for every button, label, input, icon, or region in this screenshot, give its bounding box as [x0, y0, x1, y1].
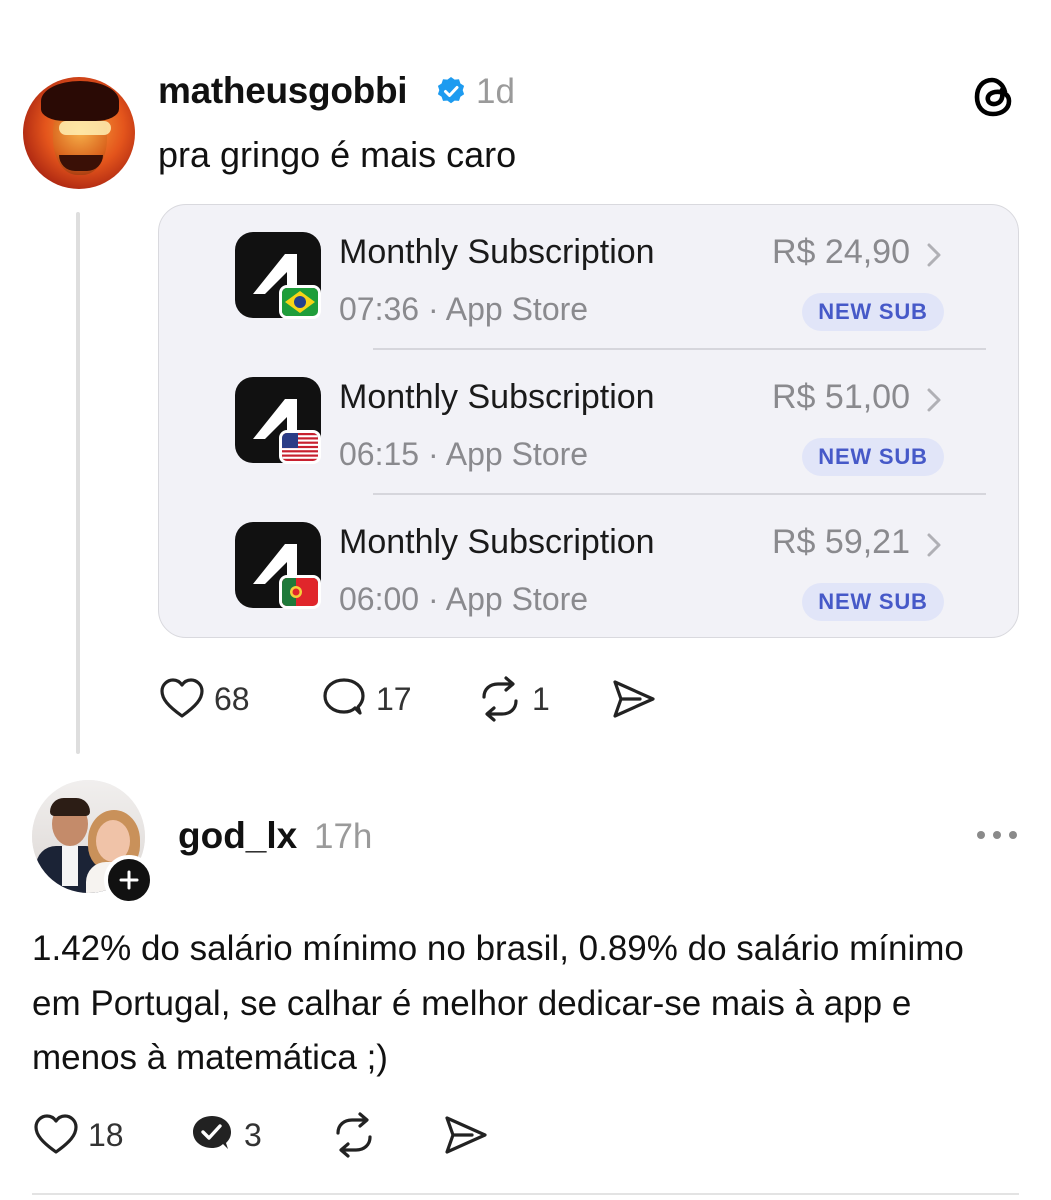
repost-button[interactable] — [330, 1108, 378, 1162]
avatar-man-shirt — [62, 846, 78, 886]
reply-button[interactable]: 3 — [188, 1108, 262, 1162]
follow-button[interactable] — [104, 855, 154, 905]
reply-button[interactable]: 17 — [320, 672, 412, 726]
post-timestamp: 1d — [476, 72, 515, 111]
threads-logo-icon[interactable] — [972, 74, 1018, 120]
new-sub-badge: NEW SUB — [802, 583, 944, 621]
repost-count: 1 — [532, 680, 550, 717]
reply-count: 3 — [244, 1116, 262, 1153]
subscription-price: R$ 59,21 — [772, 523, 910, 561]
new-sub-badge: NEW SUB — [802, 438, 944, 476]
like-button[interactable]: 18 — [32, 1108, 124, 1162]
chevron-right-icon — [927, 388, 941, 412]
like-count: 18 — [88, 1116, 124, 1153]
subscription-row: Monthly Subscription 07:36 · App Store R… — [159, 205, 1018, 350]
more-icon[interactable] — [974, 828, 1020, 842]
subscription-meta: 07:36 · App Store — [339, 291, 589, 327]
heart-icon — [160, 678, 204, 718]
subscription-meta: 06:00 · App Store — [339, 581, 589, 617]
avatar-matheusgobbi[interactable] — [23, 77, 135, 189]
repost-icon — [336, 1112, 372, 1158]
avatar-eye-glow — [59, 121, 111, 135]
portugal-flag — [279, 575, 321, 609]
brazil-flag — [279, 285, 321, 319]
post-media-screenshot[interactable]: Monthly Subscription 07:36 · App Store R… — [158, 204, 1019, 638]
comment-icon — [193, 1116, 231, 1149]
subscription-meta: 06:15 · App Store — [339, 436, 589, 472]
post-author-username[interactable]: matheusgobbi — [158, 70, 408, 112]
comment-icon — [323, 678, 365, 715]
avatar-hair — [41, 81, 119, 121]
post-text: 1.42% do salário mínimo no brasil, 0.89%… — [32, 929, 964, 1077]
share-button[interactable] — [442, 1108, 490, 1162]
subscription-row: Monthly Subscription 06:00 · App Store R… — [159, 495, 1018, 637]
heart-icon — [34, 1114, 78, 1154]
usa-flag — [279, 430, 321, 464]
subscription-title: Monthly Subscription — [339, 523, 655, 561]
subscription-title: Monthly Subscription — [339, 233, 655, 271]
post-author-username[interactable]: god_lx — [178, 815, 297, 857]
verified-icon — [437, 77, 465, 104]
post-divider — [32, 1193, 1019, 1195]
like-count: 68 — [214, 680, 250, 717]
thread-line — [76, 212, 80, 754]
new-sub-badge: NEW SUB — [802, 293, 944, 331]
repost-icon — [482, 676, 518, 722]
reply-count: 17 — [376, 680, 412, 717]
subscription-title: Monthly Subscription — [339, 378, 655, 416]
plus-icon — [119, 870, 139, 890]
share-icon — [445, 1116, 487, 1154]
share-icon — [613, 680, 655, 718]
subscription-row: Monthly Subscription 06:15 · App Store R… — [159, 350, 1018, 495]
share-button[interactable] — [610, 672, 658, 726]
chevron-right-icon — [927, 533, 941, 557]
repost-button[interactable]: 1 — [476, 672, 550, 726]
chevron-right-icon — [927, 243, 941, 267]
post-timestamp: 17h — [314, 817, 373, 856]
avatar-man-hair — [50, 798, 90, 816]
like-button[interactable]: 68 — [158, 672, 250, 726]
post-text: pra gringo é mais caro — [158, 134, 517, 175]
subscription-price: R$ 51,00 — [772, 378, 910, 416]
subscription-price: R$ 24,90 — [772, 233, 910, 271]
